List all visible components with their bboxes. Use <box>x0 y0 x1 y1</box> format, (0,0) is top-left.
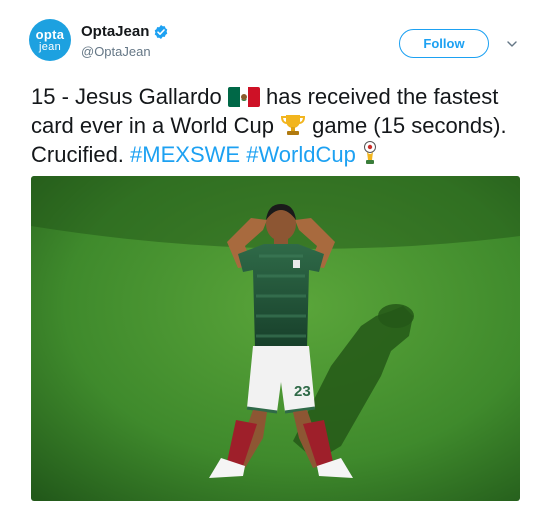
avatar-text-top: opta <box>35 26 65 42</box>
avatar[interactable]: opta jean <box>29 19 71 61</box>
hashtag-mexswe[interactable]: #MEXSWE <box>130 142 240 167</box>
display-name[interactable]: OptaJean <box>81 23 149 40</box>
author-name-row: OptaJean <box>81 23 169 40</box>
follow-button[interactable]: Follow <box>399 29 489 58</box>
verified-badge-icon <box>155 24 168 39</box>
tweet-photo[interactable]: 23 <box>31 176 520 501</box>
shirt-number: 23 <box>294 383 311 400</box>
hashtag-worldcup[interactable]: #WorldCup <box>246 142 356 167</box>
chevron-down-icon[interactable] <box>506 38 518 50</box>
football-player-photo: 23 <box>31 176 520 501</box>
tweet-text: 15 - Jesus Gallardo has received the fas… <box>31 82 531 169</box>
user-handle[interactable]: @OptaJean <box>81 44 151 59</box>
flag-mexico-icon <box>227 87 260 107</box>
trophy-icon <box>281 115 306 135</box>
world-cup-emoji-icon <box>363 141 376 164</box>
tweet-text-part-1: 15 - Jesus Gallardo <box>31 84 228 109</box>
avatar-text-bottom: jean <box>39 40 61 53</box>
